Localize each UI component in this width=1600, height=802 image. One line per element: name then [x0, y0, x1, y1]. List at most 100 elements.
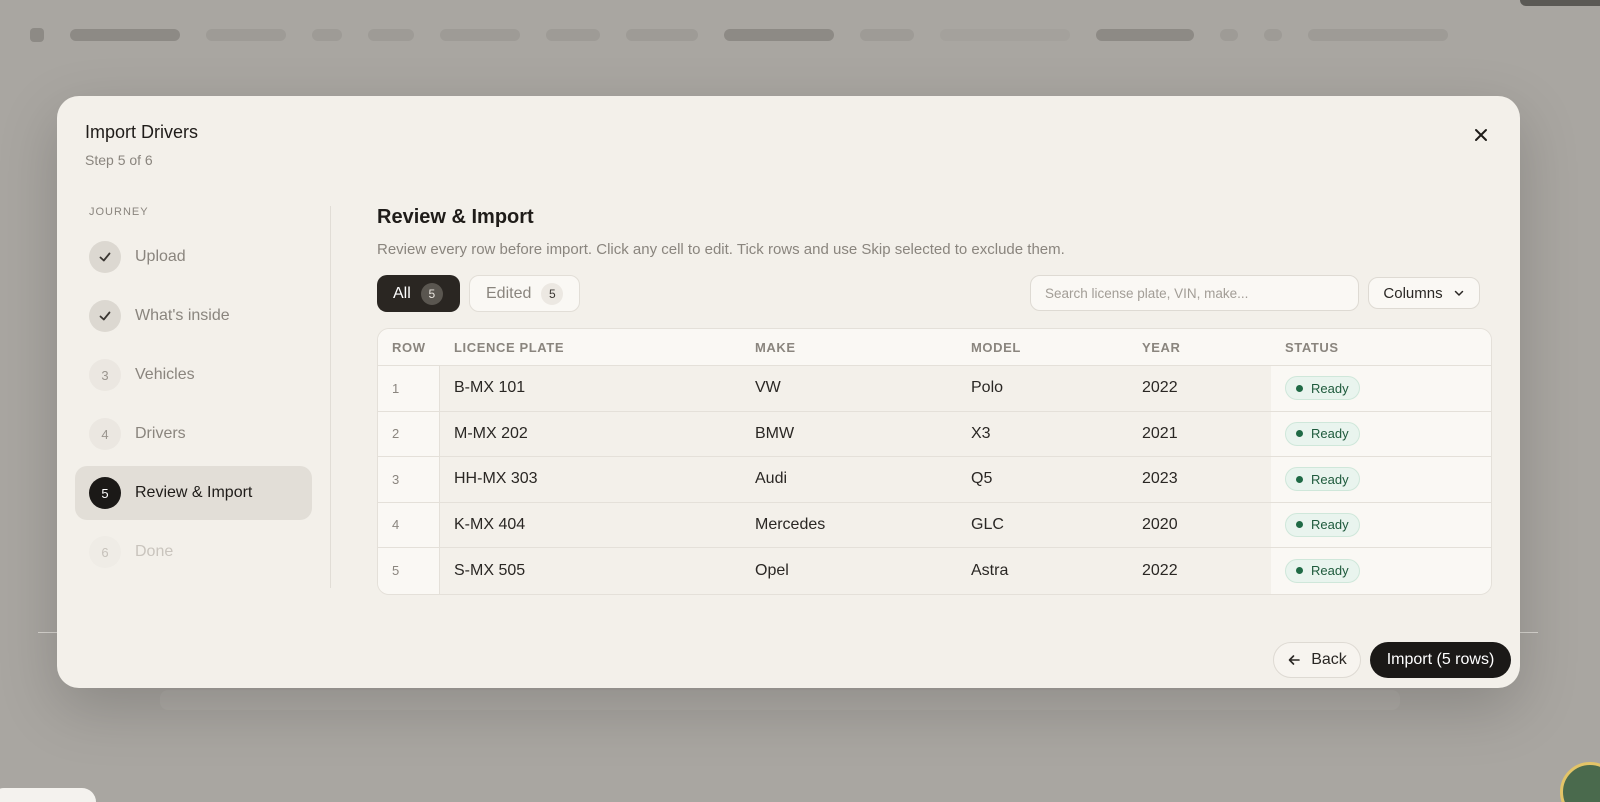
status-badge: Ready	[1285, 467, 1360, 492]
column-header-licence-plate: LICENCE PLATE	[454, 339, 565, 355]
import-label: Import (5 rows)	[1386, 651, 1495, 668]
chevron-down-icon	[1454, 290, 1463, 296]
check-icon	[99, 311, 111, 321]
step-label: Upload	[135, 248, 186, 265]
tab-edited[interactable]: Edited 5	[469, 275, 580, 312]
tab-all[interactable]: All 5	[377, 275, 460, 312]
make-cell[interactable]: VW	[741, 366, 957, 411]
model-cell[interactable]: X3	[957, 411, 1128, 456]
import-button[interactable]: Import (5 rows)	[1370, 642, 1511, 678]
table-header: ROW LICENCE PLATE MAKE MODEL YEAR STATUS	[378, 329, 1491, 366]
model-cell[interactable]: Q5	[957, 457, 1128, 502]
journey-sidebar: JOURNEY Upload What's inside 3 Vehicles …	[75, 206, 312, 584]
sidebar-divider	[330, 206, 331, 588]
table-row: 3 HH-MX 303 Audi Q5 2023 Ready	[378, 457, 1491, 503]
column-header-make: MAKE	[755, 339, 796, 355]
section-description: Review every row before import. Click an…	[377, 241, 1065, 258]
table-row: 2 M-MX 202 BMW X3 2021 Ready	[378, 411, 1491, 457]
step-done: 6 Done	[75, 525, 312, 579]
background-card	[160, 690, 1400, 710]
status-dot-icon	[1296, 475, 1303, 483]
row-number: 5	[378, 548, 440, 594]
step-number: 5	[89, 477, 121, 509]
column-header-status: STATUS	[1285, 339, 1339, 355]
licence-plate-cell[interactable]: HH-MX 303	[440, 457, 741, 502]
status-dot-icon	[1296, 567, 1303, 575]
step-drivers[interactable]: 4 Drivers	[75, 407, 312, 461]
status-cell: Ready	[1271, 366, 1491, 411]
column-header-year: YEAR	[1142, 339, 1181, 355]
step-vehicles[interactable]: 3 Vehicles	[75, 348, 312, 402]
licence-plate-cell[interactable]: K-MX 404	[440, 502, 741, 547]
journey-heading: JOURNEY	[89, 206, 149, 218]
status-dot-icon	[1296, 430, 1303, 438]
step-label: What's inside	[135, 307, 230, 324]
review-import-panel: Review & Import Review every row before …	[377, 206, 1492, 595]
step-number: 6	[89, 536, 121, 568]
row-number: 4	[378, 502, 440, 547]
status-label: Ready	[1311, 517, 1349, 533]
column-header-model: MODEL	[971, 339, 1021, 355]
background-floating-avatar	[1560, 762, 1600, 802]
step-review-import[interactable]: 5 Review & Import	[75, 466, 312, 520]
step-label: Done	[135, 543, 174, 560]
year-cell[interactable]: 2023	[1128, 457, 1271, 502]
tab-count-badge: 5	[420, 282, 443, 305]
tab-label: All	[393, 284, 411, 302]
back-label: Back	[1311, 651, 1347, 668]
arrow-left-icon	[1288, 655, 1301, 665]
licence-plate-cell[interactable]: M-MX 202	[440, 411, 741, 456]
status-label: Ready	[1311, 563, 1349, 579]
step-upload[interactable]: Upload	[75, 230, 312, 284]
section-title: Review & Import	[377, 206, 534, 228]
background-floating-tab	[0, 788, 96, 802]
status-label: Ready	[1311, 471, 1349, 487]
make-cell[interactable]: Mercedes	[741, 502, 957, 547]
status-label: Ready	[1311, 426, 1349, 442]
row-number: 2	[378, 411, 440, 456]
tab-count-badge: 5	[541, 282, 564, 305]
table-row: 1 B-MX 101 VW Polo 2022 Ready	[378, 366, 1491, 412]
table-row: 4 K-MX 404 Mercedes GLC 2020 Ready	[378, 502, 1491, 548]
step-number: 3	[89, 359, 121, 391]
modal-title: Import Drivers	[85, 122, 199, 142]
year-cell[interactable]: 2020	[1128, 502, 1271, 547]
year-cell[interactable]: 2022	[1128, 366, 1271, 411]
status-cell: Ready	[1271, 548, 1491, 594]
back-button[interactable]: Back	[1273, 642, 1361, 678]
status-dot-icon	[1296, 384, 1303, 392]
background-corner	[1520, 0, 1600, 6]
make-cell[interactable]: BMW	[741, 411, 957, 456]
status-cell: Ready	[1271, 457, 1491, 502]
step-complete-indicator	[89, 241, 121, 273]
row-number: 3	[378, 457, 440, 502]
status-label: Ready	[1311, 380, 1349, 396]
make-cell[interactable]: Audi	[741, 457, 957, 502]
columns-label: Columns	[1383, 284, 1443, 302]
table-row: 5 S-MX 505 Opel Astra 2022 Ready	[378, 548, 1491, 594]
step-complete-indicator	[89, 300, 121, 332]
licence-plate-cell[interactable]: S-MX 505	[440, 548, 741, 594]
status-badge: Ready	[1285, 376, 1360, 401]
background-app-header	[0, 0, 1600, 70]
modal-step-indicator: Step 5 of 6	[85, 152, 153, 168]
year-cell[interactable]: 2022	[1128, 548, 1271, 594]
model-cell[interactable]: Polo	[957, 366, 1128, 411]
year-cell[interactable]: 2021	[1128, 411, 1271, 456]
model-cell[interactable]: GLC	[957, 502, 1128, 547]
status-badge: Ready	[1285, 421, 1360, 446]
step-label: Drivers	[135, 425, 186, 442]
search-input[interactable]	[1030, 275, 1359, 311]
status-cell: Ready	[1271, 411, 1491, 456]
close-button[interactable]	[1468, 122, 1494, 148]
status-badge: Ready	[1285, 558, 1360, 583]
licence-plate-cell[interactable]: B-MX 101	[440, 366, 741, 411]
columns-dropdown-button[interactable]: Columns	[1368, 277, 1480, 309]
step-label: Review & Import	[135, 484, 253, 501]
model-cell[interactable]: Astra	[957, 548, 1128, 594]
row-number: 1	[378, 366, 440, 411]
step-whats-inside[interactable]: What's inside	[75, 289, 312, 343]
column-header-row: ROW	[392, 339, 426, 355]
import-drivers-modal: Import Drivers Step 5 of 6 JOURNEY Uploa…	[57, 96, 1520, 688]
make-cell[interactable]: Opel	[741, 548, 957, 594]
